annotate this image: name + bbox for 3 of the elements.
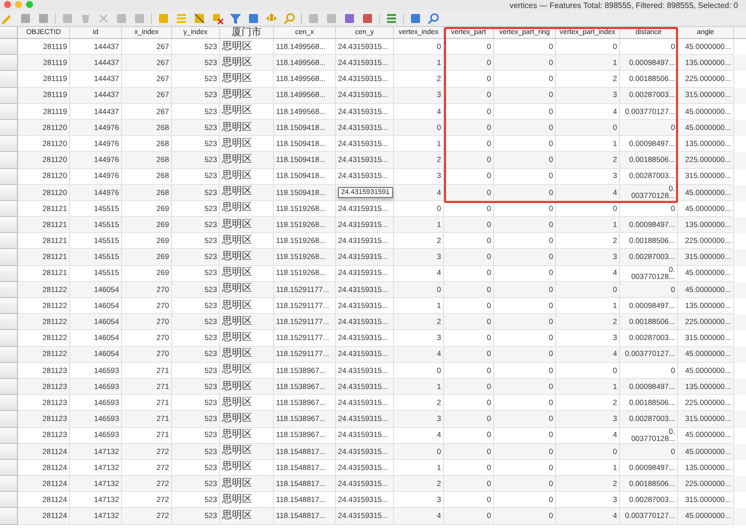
window-title: vertices — Features Total: 898555, Filtered: 898555, Selected: 0 <box>510 1 738 10</box>
table-cell: 思明区 <box>220 508 274 525</box>
column-header[interactable]: 厦门市 <box>220 27 274 39</box>
